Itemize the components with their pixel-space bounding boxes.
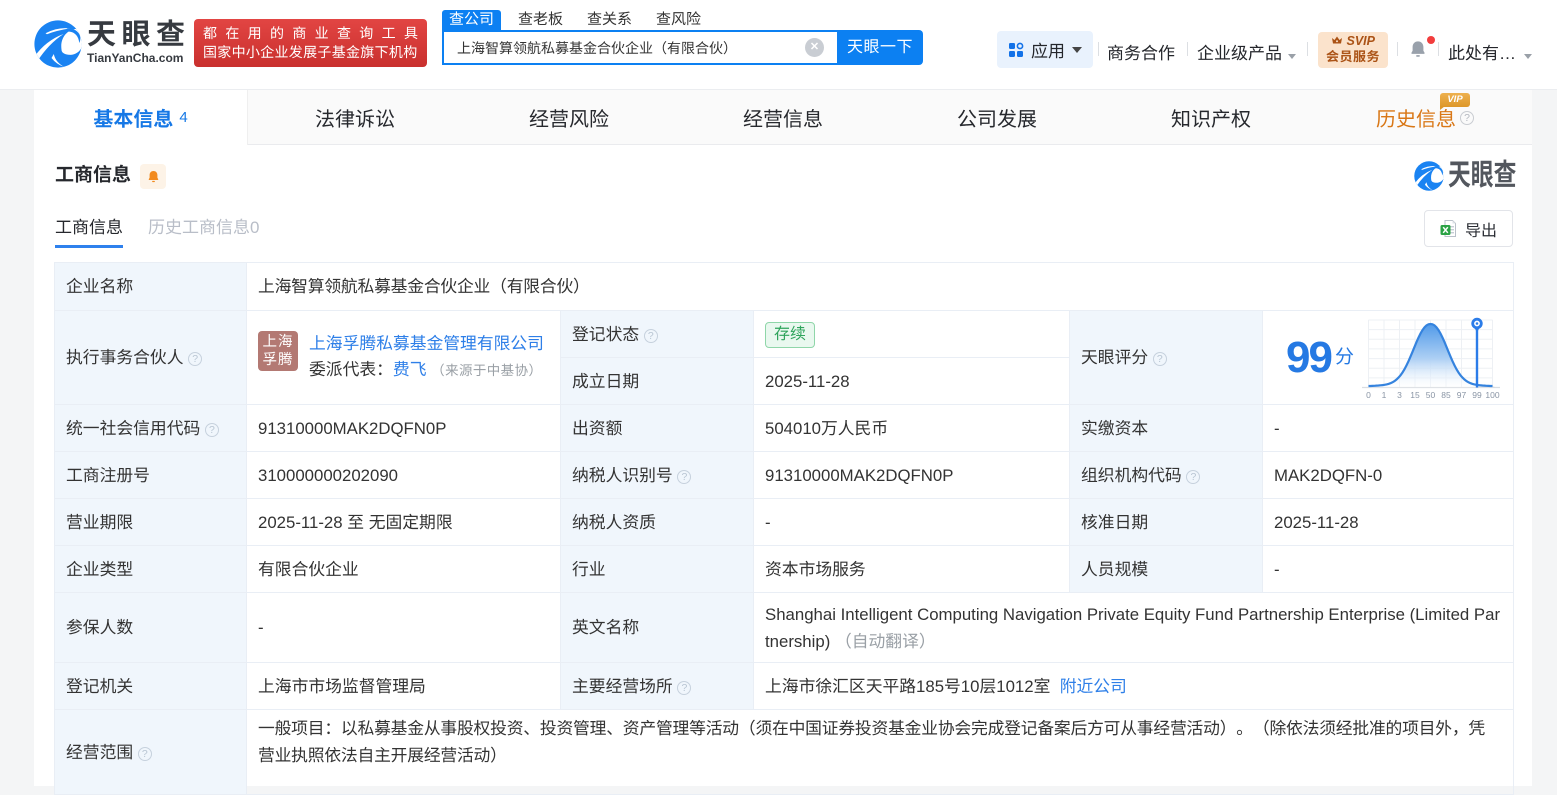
svg-text:1: 1 bbox=[1382, 390, 1387, 400]
svg-text:15: 15 bbox=[1410, 390, 1420, 400]
svg-text:97: 97 bbox=[1457, 390, 1467, 400]
svg-text:0: 0 bbox=[1366, 390, 1371, 400]
svg-text:99: 99 bbox=[1472, 390, 1482, 400]
svg-text:100: 100 bbox=[1485, 390, 1499, 400]
svg-text:3: 3 bbox=[1397, 390, 1402, 400]
svg-text:50: 50 bbox=[1426, 390, 1436, 400]
svg-text:85: 85 bbox=[1441, 390, 1451, 400]
